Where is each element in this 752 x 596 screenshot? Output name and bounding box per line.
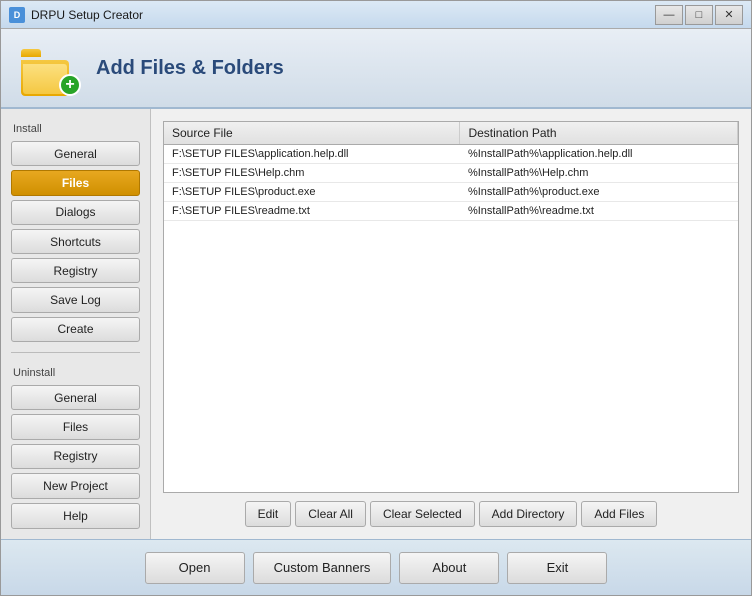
about-button[interactable]: About bbox=[399, 552, 499, 584]
source-file-cell: F:\SETUP FILES\product.exe bbox=[164, 183, 460, 202]
sidebar-item-general[interactable]: General bbox=[11, 141, 140, 166]
window-title: DRPU Setup Creator bbox=[31, 8, 655, 22]
col-source: Source File bbox=[164, 122, 460, 145]
dest-path-cell: %InstallPath%\readme.txt bbox=[460, 202, 738, 221]
main-window: D DRPU Setup Creator — □ ✕ + Add Files &… bbox=[0, 0, 752, 596]
add-badge-icon: + bbox=[59, 74, 81, 96]
folder-tab bbox=[21, 49, 41, 57]
source-file-cell: F:\SETUP FILES\readme.txt bbox=[164, 202, 460, 221]
sidebar-item-files[interactable]: Files bbox=[11, 170, 140, 195]
source-file-cell: F:\SETUP FILES\Help.chm bbox=[164, 164, 460, 183]
minimize-button[interactable]: — bbox=[655, 5, 683, 25]
dest-path-cell: %InstallPath%\application.help.dll bbox=[460, 145, 738, 164]
content-area: Source File Destination Path F:\SETUP FI… bbox=[151, 109, 751, 539]
sidebar-item-save-log[interactable]: Save Log bbox=[11, 287, 140, 312]
title-bar: D DRPU Setup Creator — □ ✕ bbox=[1, 1, 751, 29]
sidebar-item-registry[interactable]: Registry bbox=[11, 258, 140, 283]
table-row[interactable]: F:\SETUP FILES\application.help.dll%Inst… bbox=[164, 145, 738, 164]
sidebar-divider bbox=[11, 352, 140, 353]
table-row[interactable]: F:\SETUP FILES\readme.txt%InstallPath%\r… bbox=[164, 202, 738, 221]
main-content: Install General Files Dialogs Shortcuts … bbox=[1, 109, 751, 539]
install-section-label: Install bbox=[11, 123, 140, 135]
sidebar: Install General Files Dialogs Shortcuts … bbox=[1, 109, 151, 539]
sidebar-item-u-registry[interactable]: Registry bbox=[11, 444, 140, 469]
window-controls: — □ ✕ bbox=[655, 5, 743, 25]
sidebar-item-create[interactable]: Create bbox=[11, 317, 140, 342]
table-buttons: Edit Clear All Clear Selected Add Direct… bbox=[163, 501, 739, 527]
header-icon: + bbox=[21, 41, 81, 96]
table-row[interactable]: F:\SETUP FILES\Help.chm%InstallPath%\Hel… bbox=[164, 164, 738, 183]
dest-path-cell: %InstallPath%\product.exe bbox=[460, 183, 738, 202]
bottom-bar: Open Custom Banners About Exit bbox=[1, 539, 751, 595]
header-area: + Add Files & Folders bbox=[1, 29, 751, 109]
clear-all-button[interactable]: Clear All bbox=[295, 501, 366, 527]
sidebar-item-shortcuts[interactable]: Shortcuts bbox=[11, 229, 140, 254]
source-file-cell: F:\SETUP FILES\application.help.dll bbox=[164, 145, 460, 164]
sidebar-bottom: New Project Help bbox=[11, 473, 140, 529]
uninstall-section-label: Uninstall bbox=[11, 367, 140, 379]
add-files-button[interactable]: Add Files bbox=[581, 501, 657, 527]
add-directory-button[interactable]: Add Directory bbox=[479, 501, 578, 527]
clear-selected-button[interactable]: Clear Selected bbox=[370, 501, 475, 527]
table-row[interactable]: F:\SETUP FILES\product.exe%InstallPath%\… bbox=[164, 183, 738, 202]
help-button[interactable]: Help bbox=[11, 503, 140, 529]
close-button[interactable]: ✕ bbox=[715, 5, 743, 25]
exit-button[interactable]: Exit bbox=[507, 552, 607, 584]
custom-banners-button[interactable]: Custom Banners bbox=[253, 552, 392, 584]
app-icon: D bbox=[9, 7, 25, 23]
new-project-button[interactable]: New Project bbox=[11, 473, 140, 499]
maximize-button[interactable]: □ bbox=[685, 5, 713, 25]
sidebar-item-dialogs[interactable]: Dialogs bbox=[11, 200, 140, 225]
dest-path-cell: %InstallPath%\Help.chm bbox=[460, 164, 738, 183]
page-title: Add Files & Folders bbox=[96, 57, 284, 80]
col-dest: Destination Path bbox=[460, 122, 738, 145]
file-table: Source File Destination Path F:\SETUP FI… bbox=[164, 122, 738, 221]
edit-button[interactable]: Edit bbox=[245, 501, 292, 527]
sidebar-item-u-general[interactable]: General bbox=[11, 385, 140, 410]
sidebar-item-u-files[interactable]: Files bbox=[11, 414, 140, 439]
open-button[interactable]: Open bbox=[145, 552, 245, 584]
file-table-container[interactable]: Source File Destination Path F:\SETUP FI… bbox=[163, 121, 739, 493]
